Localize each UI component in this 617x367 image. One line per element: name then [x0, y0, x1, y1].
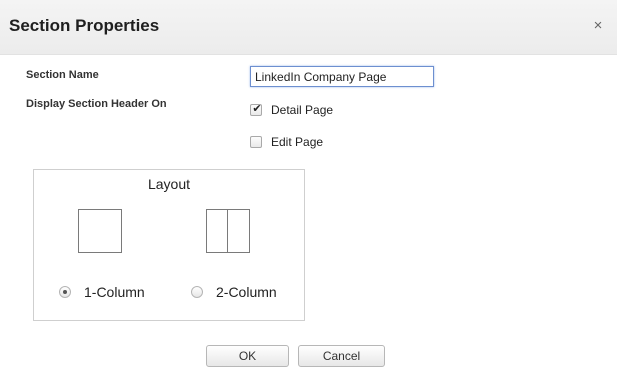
edit-page-label: Edit Page	[271, 135, 324, 149]
column-divider	[227, 210, 228, 252]
edit-page-checkbox[interactable]	[250, 136, 262, 148]
section-name-input[interactable]	[250, 66, 434, 87]
ok-button[interactable]: OK	[206, 345, 289, 367]
section-properties-dialog: Section Properties × Section Name Displa…	[0, 0, 617, 367]
checkmark-icon: ✔	[252, 102, 262, 115]
layout-panel: Layout 1-Column 2-Column	[33, 169, 305, 321]
layout-title: Layout	[147, 176, 191, 192]
display-section-header-label: Display Section Header On	[26, 98, 167, 110]
section-name-label: Section Name	[26, 69, 99, 81]
one-column-label: 1-Column	[84, 284, 145, 300]
two-column-icon[interactable]	[206, 209, 250, 253]
dialog-title: Section Properties	[9, 16, 160, 35]
detail-page-label: Detail Page	[271, 103, 334, 117]
dialog-header: Section Properties ×	[0, 0, 617, 55]
one-column-radio[interactable]	[59, 286, 71, 298]
two-column-label: 2-Column	[216, 284, 277, 300]
one-column-icon[interactable]	[78, 209, 122, 253]
detail-page-checkbox[interactable]: ✔	[250, 102, 262, 116]
cancel-button[interactable]: Cancel	[298, 345, 385, 367]
two-column-radio[interactable]	[191, 286, 203, 298]
close-icon[interactable]: ×	[590, 18, 606, 34]
radio-selected-dot	[63, 290, 67, 294]
